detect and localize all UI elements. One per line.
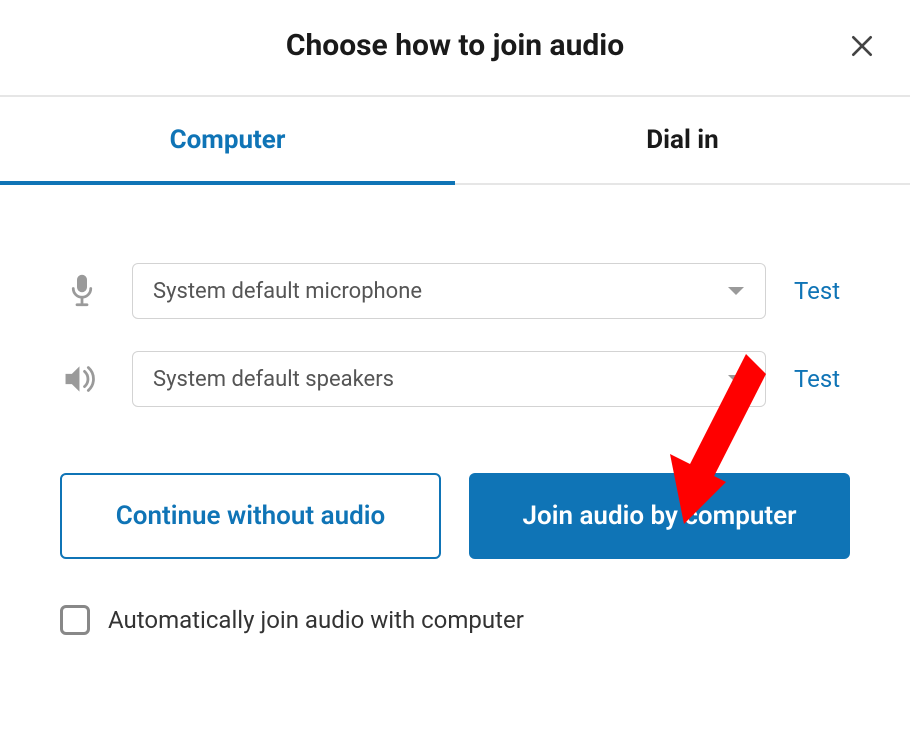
test-microphone-link[interactable]: Test	[794, 277, 850, 305]
test-speaker-link[interactable]: Test	[794, 365, 850, 393]
chevron-down-icon	[727, 279, 745, 304]
auto-join-label: Automatically join audio with computer	[108, 606, 524, 634]
tab-dialin[interactable]: Dial in	[455, 97, 910, 183]
dialog-title: Choose how to join audio	[0, 28, 910, 63]
tab-computer[interactable]: Computer	[0, 97, 455, 183]
chevron-down-icon	[727, 367, 745, 392]
close-icon	[849, 33, 875, 59]
dialog-header: Choose how to join audio	[0, 0, 910, 95]
microphone-selected-label: System default microphone	[153, 279, 422, 304]
auto-join-checkbox[interactable]	[60, 605, 90, 635]
auto-join-row: Automatically join audio with computer	[60, 605, 850, 635]
join-audio-by-computer-button[interactable]: Join audio by computer	[469, 473, 850, 559]
microphone-icon	[67, 272, 97, 310]
speaker-selected-label: System default speakers	[153, 367, 394, 392]
tabs: Computer Dial in	[0, 97, 910, 185]
speaker-icon	[63, 363, 101, 395]
speaker-select[interactable]: System default speakers	[132, 351, 766, 407]
speaker-row: System default speakers Test	[60, 351, 850, 407]
microphone-row: System default microphone Test	[60, 263, 850, 319]
tab-content-computer: System default microphone Test System de…	[0, 185, 910, 635]
close-button[interactable]	[844, 28, 880, 64]
continue-without-audio-button[interactable]: Continue without audio	[60, 473, 441, 559]
action-buttons: Continue without audio Join audio by com…	[60, 473, 850, 559]
microphone-select[interactable]: System default microphone	[132, 263, 766, 319]
